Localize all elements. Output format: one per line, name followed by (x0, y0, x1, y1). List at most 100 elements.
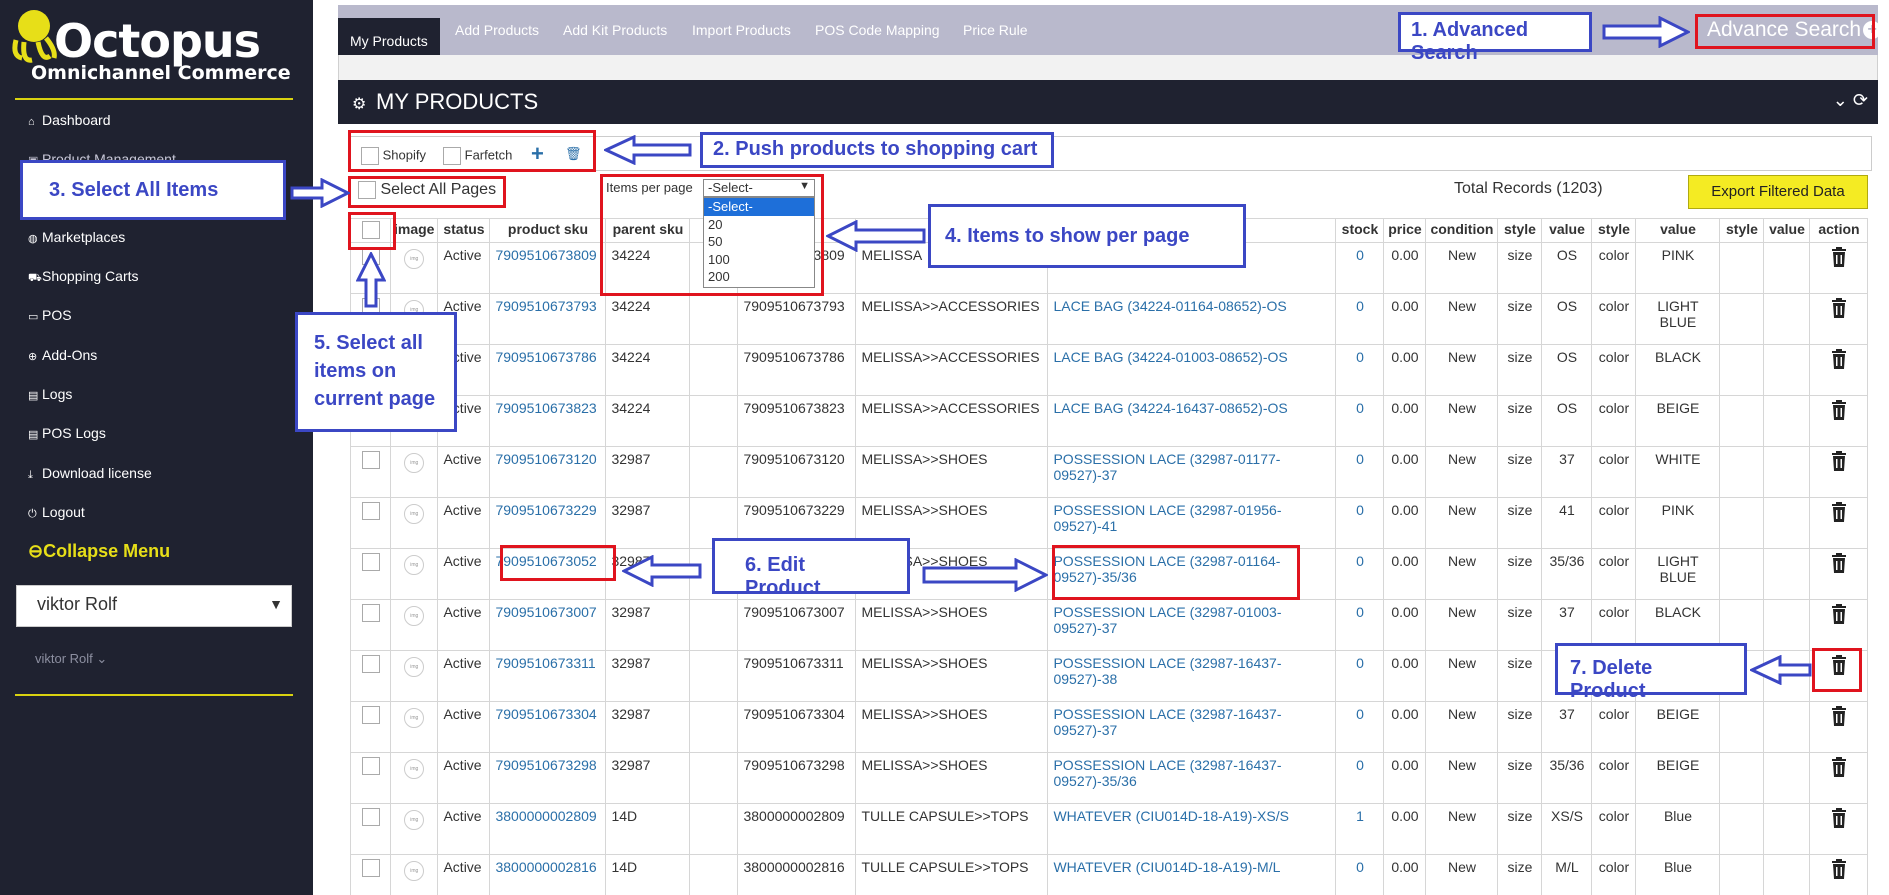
product-title-link[interactable]: POSSESSION LACE (32987-16437-09527)-37 (1047, 701, 1337, 753)
product-title-link[interactable]: LACE BAG (34224-01164-08652)-OS (1047, 293, 1337, 345)
row-select-cell[interactable] (350, 446, 391, 498)
price-cell: 0.00 (1383, 803, 1427, 855)
product-title-link[interactable]: POSSESSION LACE (32987-16437-09527)-38 (1047, 650, 1337, 702)
tab-add-kit-products[interactable]: Add Kit Products (563, 22, 667, 55)
delete-product-icon[interactable] (1831, 451, 1847, 471)
product-sku-link[interactable]: 7909510673809 (489, 242, 607, 294)
nav-marketplaces[interactable]: ◍ Marketplaces (28, 229, 125, 245)
product-thumbnail: img (404, 708, 425, 728)
product-sku-link[interactable]: 3800000002809 (489, 803, 607, 855)
stock-cell[interactable]: 0 (1335, 497, 1385, 549)
stock-cell[interactable]: 0 (1335, 650, 1385, 702)
product-title-link[interactable]: WHATEVER (CIU014D-18-A19)-XS/S (1047, 803, 1337, 855)
product-sku-link[interactable]: 3800000002816 (489, 854, 607, 895)
nav-logs[interactable]: ▤ Logs (28, 386, 72, 402)
row-select-cell[interactable] (350, 650, 391, 702)
row-select-cell[interactable] (350, 548, 391, 600)
stock-cell[interactable]: 0 (1335, 752, 1385, 804)
user-select[interactable]: viktor Rolf ▼ (16, 585, 292, 627)
logo: Octopus Omnichannel Commerce (0, 0, 313, 98)
column-header: image (389, 218, 439, 243)
product-title-link[interactable]: LACE BAG (34224-01003-08652)-OS (1047, 344, 1337, 396)
refresh-icon[interactable]: ⟳ (1853, 90, 1868, 110)
product-sku-link[interactable]: 7909510673786 (489, 344, 607, 396)
product-sku-link[interactable]: 7909510673298 (489, 752, 607, 804)
tab-import-products[interactable]: Import Products (692, 22, 791, 55)
delete-product-icon[interactable] (1831, 349, 1847, 369)
delete-product-icon[interactable] (1831, 502, 1847, 522)
stock-cell[interactable]: 0 (1335, 599, 1385, 651)
delete-product-icon[interactable] (1831, 706, 1847, 726)
product-title-link[interactable]: POSSESSION LACE (32987-16437-09527)-35/3… (1047, 752, 1337, 804)
stock-cell[interactable]: 0 (1335, 854, 1385, 895)
value-cell (1763, 548, 1811, 600)
collapse-menu-button[interactable]: ⊖Collapse Menu (28, 541, 170, 562)
product-title-link[interactable]: WHATEVER (CIU014D-18-A19)-M/L (1047, 854, 1337, 895)
row-select-cell[interactable] (350, 701, 391, 753)
product-title-link[interactable]: POSSESSION LACE (32987-01177-09527)-37 (1047, 446, 1337, 498)
value-cell (1763, 752, 1811, 804)
row-checkbox[interactable] (361, 604, 380, 623)
stock-cell[interactable]: 0 (1335, 344, 1385, 396)
stock-cell[interactable]: 0 (1335, 548, 1385, 600)
stock-cell[interactable]: 0 (1335, 242, 1385, 294)
delete-product-icon[interactable] (1831, 298, 1847, 318)
tab-price-rule[interactable]: Price Rule (963, 22, 1028, 55)
nav-add-ons[interactable]: ⊕ Add-Ons (28, 347, 97, 363)
stock-cell[interactable]: 0 (1335, 701, 1385, 753)
row-checkbox[interactable] (361, 451, 380, 470)
product-title-link[interactable]: POSSESSION LACE (32987-01003-09527)-37 (1047, 599, 1337, 651)
chevron-down-icon[interactable]: ⌄ (1833, 90, 1848, 110)
delete-product-icon[interactable] (1831, 859, 1847, 879)
row-select-cell[interactable] (350, 752, 391, 804)
arrow-left-icon (826, 220, 926, 252)
nav-shopping-carts[interactable]: ⛟Shopping Carts (28, 268, 139, 286)
product-sku-link[interactable]: 7909510673304 (489, 701, 607, 753)
delete-product-icon[interactable] (1831, 604, 1847, 624)
nav-logout[interactable]: ⏻ Logout (28, 504, 85, 521)
product-sku-link[interactable]: 7909510673120 (489, 446, 607, 498)
delete-product-icon[interactable] (1831, 553, 1847, 573)
product-sku-link[interactable]: 7909510673793 (489, 293, 607, 345)
product-sku-link[interactable]: 7909510673007 (489, 599, 607, 651)
row-checkbox[interactable] (361, 553, 380, 572)
product-title-link[interactable]: POSSESSION LACE (32987-01956-09527)-41 (1047, 497, 1337, 549)
product-thumbnail: img (404, 861, 425, 881)
stock-cell[interactable]: 1 (1335, 803, 1385, 855)
delete-product-icon[interactable] (1831, 757, 1847, 777)
product-sku-link[interactable]: 7909510673823 (489, 395, 607, 447)
row-select-cell[interactable] (350, 599, 391, 651)
row-select-cell[interactable] (350, 854, 391, 895)
price-cell: 0.00 (1383, 242, 1427, 294)
nav-pos[interactable]: ▭ POS (28, 307, 72, 323)
row-checkbox[interactable] (361, 502, 380, 521)
nav-pos-logs[interactable]: ▤ POS Logs (28, 425, 106, 441)
nav-download-license[interactable]: ⤓ Download license (28, 465, 152, 482)
dept-cell: MELISSA>>SHOES (855, 599, 1049, 651)
delete-product-icon[interactable] (1831, 247, 1847, 267)
row-checkbox[interactable] (361, 706, 380, 725)
row-checkbox[interactable] (361, 655, 380, 674)
stock-cell[interactable]: 0 (1335, 293, 1385, 345)
export-filtered-data-button[interactable]: Export Filtered Data (1688, 175, 1868, 209)
stock-cell[interactable]: 0 (1335, 395, 1385, 447)
row-checkbox[interactable] (361, 808, 380, 827)
value-cell: OS (1541, 344, 1593, 396)
tab-add-products[interactable]: Add Products (455, 22, 539, 55)
row-select-cell[interactable] (350, 803, 391, 855)
row-select-cell[interactable] (350, 497, 391, 549)
delete-product-icon[interactable] (1831, 808, 1847, 828)
dept-cell: MELISSA>>ACCESSORIES (855, 395, 1049, 447)
product-sku-link[interactable]: 7909510673311 (489, 650, 607, 702)
row-checkbox[interactable] (361, 859, 380, 878)
user-menu[interactable]: viktor Rolf ⌄ (35, 651, 107, 667)
nav-dashboard[interactable]: ⌂ Dashboard (28, 112, 111, 128)
delete-product-icon[interactable] (1831, 400, 1847, 420)
tab-my-products[interactable]: My Products (338, 18, 440, 55)
tab-pos-code-mapping[interactable]: POS Code Mapping (815, 22, 940, 55)
image-cell: img (389, 599, 439, 651)
product-title-link[interactable]: LACE BAG (34224-16437-08652)-OS (1047, 395, 1337, 447)
row-checkbox[interactable] (361, 757, 380, 776)
stock-cell[interactable]: 0 (1335, 446, 1385, 498)
product-sku-link[interactable]: 7909510673229 (489, 497, 607, 549)
